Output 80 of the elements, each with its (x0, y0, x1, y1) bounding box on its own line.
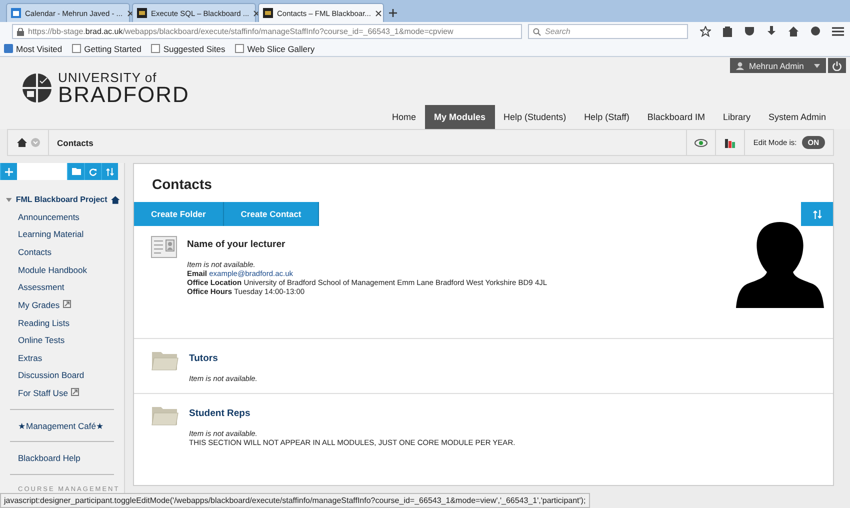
nav-tab[interactable]: System Admin (759, 105, 835, 129)
nav-tab[interactable]: My Modules (425, 105, 495, 129)
nav-tab[interactable]: Help (Students) (494, 105, 576, 129)
sidebar-link[interactable]: For Staff Use (18, 388, 68, 398)
power-icon (832, 60, 842, 70)
folder-title[interactable]: Tutors (189, 353, 258, 364)
nav-tab[interactable]: Library (714, 105, 760, 129)
folder-icon (151, 349, 179, 371)
sidebar-link[interactable]: Assessment (18, 282, 64, 292)
bookmark[interactable]: Web Slice Gallery (235, 44, 315, 54)
pocket-icon[interactable] (744, 26, 755, 37)
sidebar-link[interactable]: Learning Material (18, 229, 84, 240)
refresh-icon (89, 168, 97, 176)
refresh-button[interactable] (84, 163, 101, 180)
logo-text: UNIVERSITY of (58, 70, 158, 85)
sidebar-link[interactable]: Contacts (18, 247, 52, 257)
nav-tab[interactable]: Home (383, 105, 426, 129)
plus-icon (5, 168, 13, 176)
sidebar-link[interactable]: Blackboard Help (18, 453, 80, 464)
logo-text: BRADFORD (58, 85, 190, 105)
close-icon[interactable] (374, 10, 382, 16)
lock-icon (17, 28, 24, 36)
folder-icon (72, 168, 80, 175)
folder-view-button[interactable] (67, 163, 84, 180)
home-icon[interactable] (16, 138, 26, 147)
sidebar-field[interactable] (17, 163, 67, 180)
page-icon (235, 44, 244, 53)
bookmark[interactable]: Most Visited (4, 44, 62, 54)
sort-button[interactable] (101, 163, 118, 180)
nav-tab[interactable]: Help (Staff) (575, 105, 638, 129)
blackboard-icon (263, 8, 273, 18)
sort-icon (812, 210, 822, 218)
external-link-icon (70, 388, 79, 396)
add-button[interactable] (0, 163, 17, 180)
contact-card-icon (151, 236, 177, 258)
user-icon (736, 62, 744, 70)
contact-name: Name of your lecturer (187, 239, 286, 250)
bookmark-folder-icon (4, 44, 13, 53)
calendar-icon (11, 8, 21, 18)
caret-icon (814, 64, 820, 68)
blackboard-icon (137, 8, 147, 18)
folder-title[interactable]: Student Reps (189, 408, 516, 419)
sidebar-link[interactable]: Extras (18, 352, 42, 363)
course-title[interactable]: FML Blackboard Project (16, 195, 108, 204)
power-button[interactable] (828, 58, 846, 73)
close-icon[interactable] (253, 10, 260, 16)
menu-icon[interactable] (832, 26, 844, 37)
sidebar-link[interactable]: Reading Lists (18, 318, 70, 328)
books-icon[interactable] (725, 138, 736, 148)
search-field[interactable]: Search (528, 24, 688, 39)
sidebar-link[interactable]: ★Management Café★ (18, 420, 104, 431)
sidebar-link[interactable]: Discussion Board (18, 370, 84, 380)
collapse-icon[interactable] (6, 198, 12, 202)
clipboard-icon[interactable] (722, 26, 733, 37)
university-crest-icon (22, 72, 52, 102)
star-icon[interactable] (700, 26, 711, 37)
home-icon[interactable] (788, 26, 799, 37)
sidebar-link[interactable]: My Grades (18, 300, 60, 310)
home-icon (111, 196, 120, 204)
download-icon[interactable] (766, 26, 777, 37)
page-icon (72, 44, 82, 53)
page-icon (151, 44, 160, 53)
bookmark[interactable]: Suggested Sites (151, 44, 226, 54)
external-link-icon (62, 300, 71, 308)
folder-icon (151, 404, 179, 426)
address-bar[interactable]: https://bb-stage.brad.ac.uk/webapps/blackboard/execute/staffinfo/manageStaffInfo?course_id=_66543_1&mode=cpview (12, 24, 522, 39)
sidebar-link[interactable]: Module Handbook (18, 264, 87, 275)
search-icon (533, 28, 541, 36)
breadcrumb: Contacts (56, 138, 94, 148)
sidebar-link[interactable]: Online Tests (18, 335, 65, 346)
page-title: Contacts (152, 176, 213, 194)
bookmark[interactable]: Getting Started (72, 44, 142, 54)
nav-tab[interactable]: Blackboard IM (638, 105, 714, 129)
close-icon[interactable] (126, 10, 134, 16)
sidebar-link[interactable]: Announcements (18, 212, 80, 222)
sort-icon (106, 168, 114, 176)
student-preview-icon[interactable] (694, 138, 708, 148)
sort-button[interactable] (801, 202, 833, 226)
status-bar: javascript:designer_participant.toggleEditMode('/webapps/blackboard/execute/staffinfo/manageStaffInfo?course_id=_66543_1&mode=view','_66543_1','participant'); (0, 493, 590, 508)
user-menu[interactable]: Mehrun Admin (730, 58, 826, 73)
